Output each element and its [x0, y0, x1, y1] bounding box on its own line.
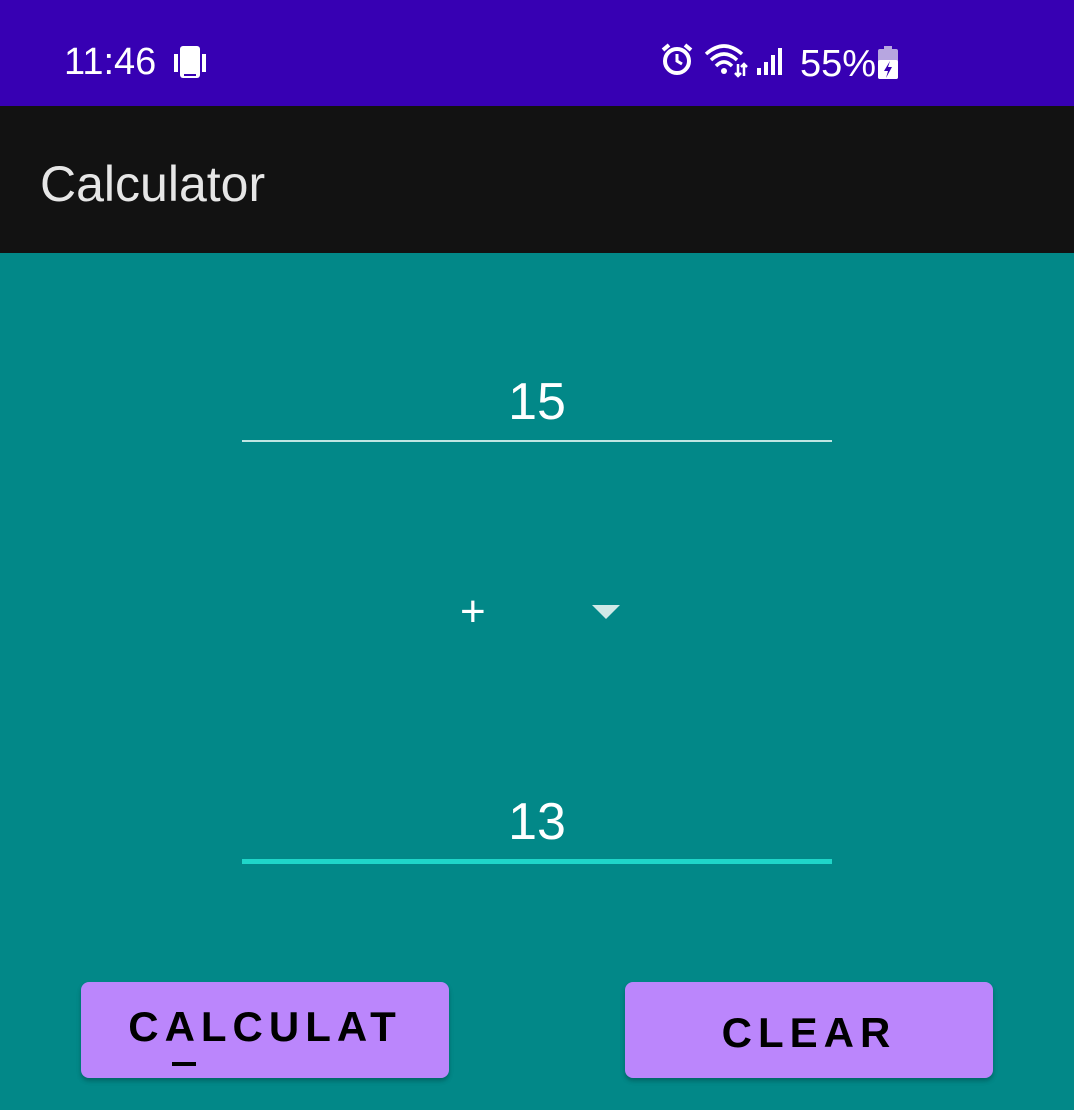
calculate-button-label: CALCULAT	[128, 1003, 402, 1050]
phone-icon	[174, 46, 206, 78]
clear-button-label: CLEAR	[721, 1009, 897, 1056]
battery-charging-icon	[878, 46, 898, 79]
calculate-button-label-overflow	[172, 1062, 196, 1066]
second-number-input[interactable]: 13	[242, 792, 832, 864]
first-number-underline	[242, 440, 832, 442]
second-number-underline	[242, 859, 832, 864]
dropdown-arrow-icon	[592, 605, 620, 619]
operator-selected-value: +	[460, 587, 486, 636]
calculate-button[interactable]: CALCULAT	[81, 982, 449, 1078]
app-bar: Calculator	[0, 106, 1074, 253]
app-title: Calculator	[40, 156, 266, 212]
operator-dropdown[interactable]: +	[440, 585, 640, 641]
battery-percent: 55%	[800, 43, 877, 85]
signal-icon	[757, 48, 782, 75]
clear-button[interactable]: CLEAR	[625, 982, 993, 1078]
status-bar: 11:46 55%	[0, 0, 1074, 106]
first-number-value: 15	[508, 373, 566, 431]
first-number-input[interactable]: 15	[242, 372, 832, 442]
alarm-icon	[661, 43, 693, 75]
wifi-icon	[704, 44, 748, 78]
second-number-value: 13	[508, 793, 566, 851]
status-time: 11:46	[64, 41, 157, 83]
